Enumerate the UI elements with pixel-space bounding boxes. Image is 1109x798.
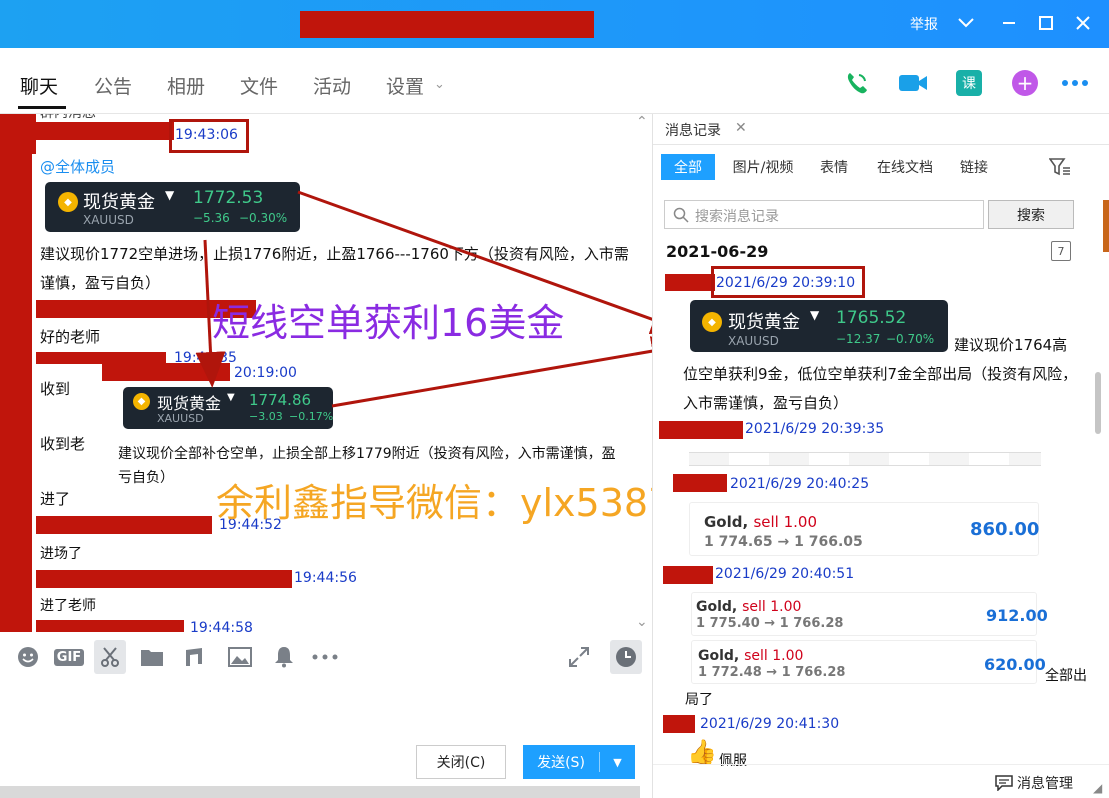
history-tab[interactable]: 消息记录	[665, 120, 721, 140]
filter-media[interactable]: 图片/视频	[723, 154, 803, 180]
send-button[interactable]: 发送(S) ▼	[523, 745, 635, 779]
message-manage-button[interactable]: 消息管理	[995, 773, 1073, 793]
trade-card[interactable]: Gold, sell 1.00 1 774.65 → 1 766.05 860.…	[689, 502, 1039, 556]
search-button[interactable]: 搜索	[988, 200, 1074, 229]
calendar-icon[interactable]: 7	[1051, 241, 1071, 261]
search-icon	[673, 207, 689, 223]
input-toolbar: GIF	[0, 632, 652, 682]
music-icon[interactable]	[178, 640, 210, 674]
redacted-sender	[673, 474, 727, 492]
image-icon[interactable]	[224, 640, 256, 674]
trade-profit: 620.00	[984, 655, 1046, 674]
message-tail: 全部出	[1045, 668, 1087, 684]
timestamp: 2021/6/29 20:40:51	[715, 566, 855, 582]
chat-bubble-icon	[995, 775, 1013, 791]
search-input[interactable]: 搜索消息记录	[664, 200, 984, 229]
trade-path: 1 772.48 → 1 766.28	[698, 665, 846, 680]
trade-title: Gold, sell 1.00	[696, 599, 802, 615]
trade-card[interactable]: Gold, sell 1.00 1 775.40 → 1 766.28 912.…	[691, 592, 1048, 636]
timestamp: 2021/6/29 20:39:35	[745, 421, 885, 437]
resize-grip-icon[interactable]: ◢	[1093, 781, 1102, 795]
quote-price: 1765.52	[836, 308, 907, 328]
trade-card[interactable]: Gold, sell 1.00 1 772.48 → 1 766.28 620.…	[691, 640, 1046, 684]
redacted-sender	[659, 421, 743, 439]
edge-decoration	[1103, 200, 1109, 252]
scissors-icon[interactable]	[94, 640, 126, 674]
trade-title: Gold, sell 1.00	[698, 648, 804, 664]
bell-icon[interactable]	[268, 640, 300, 674]
send-options-chevron-icon[interactable]: ▼	[600, 756, 635, 769]
quote-percent: −0.70%	[886, 332, 935, 346]
app-window: 举报 聊天 公告 相册 文件 活动 设置 ⌄ 课 + 19:43:06 @全体成…	[0, 0, 1109, 798]
trade-path: 1 775.40 → 1 766.28	[696, 616, 844, 631]
search-placeholder: 搜索消息记录	[695, 209, 779, 225]
filter-all[interactable]: 全部	[661, 154, 715, 180]
folder-icon[interactable]	[136, 640, 168, 674]
timestamp: 2021/6/29 20:41:30	[700, 716, 840, 732]
trade-profit: 860.00	[970, 519, 1040, 540]
redacted-sender	[665, 274, 715, 291]
message-history-panel: 消息记录 ✕ 全部 图片/视频 表情 在线文档 链接 搜索消息记录 搜索 202…	[653, 114, 1109, 798]
expand-icon[interactable]	[563, 640, 595, 674]
trade-path: 1 774.65 → 1 766.05	[704, 534, 863, 550]
quote-symbol: XAUUSD	[728, 334, 779, 348]
filter-docs[interactable]: 在线文档	[867, 154, 943, 180]
signal-message: 位空单获利9金，低位空单获利7金全部出局（投资有风险，入市需谨慎，盈亏自负）	[683, 365, 1078, 412]
redacted-sender	[663, 715, 695, 733]
gif-icon[interactable]: GIF	[53, 640, 85, 674]
tab-divider	[653, 144, 1109, 145]
filter-settings-icon[interactable]	[1045, 154, 1075, 180]
blurred-footer	[0, 786, 640, 798]
highlight-box	[711, 266, 865, 298]
history-clock-icon[interactable]	[610, 640, 642, 674]
thumbs-up-icon: 👍	[687, 738, 717, 766]
trade-title: Gold, sell 1.00	[704, 513, 817, 531]
filter-links[interactable]: 链接	[951, 154, 997, 180]
trade-table-thumbnail[interactable]	[689, 452, 1041, 466]
quote-name: 现货黄金	[728, 312, 800, 333]
message-tail: 局了	[685, 692, 713, 708]
more-icon[interactable]	[309, 640, 341, 674]
send-label: 发送(S)	[537, 755, 585, 771]
signal-message-inline: 建议现价1764高	[954, 336, 1068, 354]
redacted-sender	[663, 566, 713, 584]
scrollbar-thumb[interactable]	[1095, 372, 1101, 434]
gold-quote-card[interactable]: ◆ 现货黄金 ▼ XAUUSD 1765.52 −12.37 −0.70%	[690, 300, 948, 352]
timestamp: 2021/6/29 20:40:25	[730, 476, 870, 492]
message-manage-label: 消息管理	[1017, 776, 1073, 792]
close-button[interactable]: 关闭(C)	[416, 745, 506, 779]
quote-change: −12.37	[836, 332, 881, 346]
close-icon[interactable]: ✕	[735, 120, 747, 136]
trade-profit: 912.00	[986, 606, 1048, 625]
emoji-icon[interactable]	[12, 640, 44, 674]
history-footer: 消息管理 ◢	[653, 764, 1109, 798]
gold-coin-icon: ◆	[702, 312, 722, 332]
filter-stickers[interactable]: 表情	[809, 154, 859, 180]
history-date: 2021-06-29	[666, 242, 769, 261]
dropdown-caret-icon: ▼	[810, 308, 820, 322]
